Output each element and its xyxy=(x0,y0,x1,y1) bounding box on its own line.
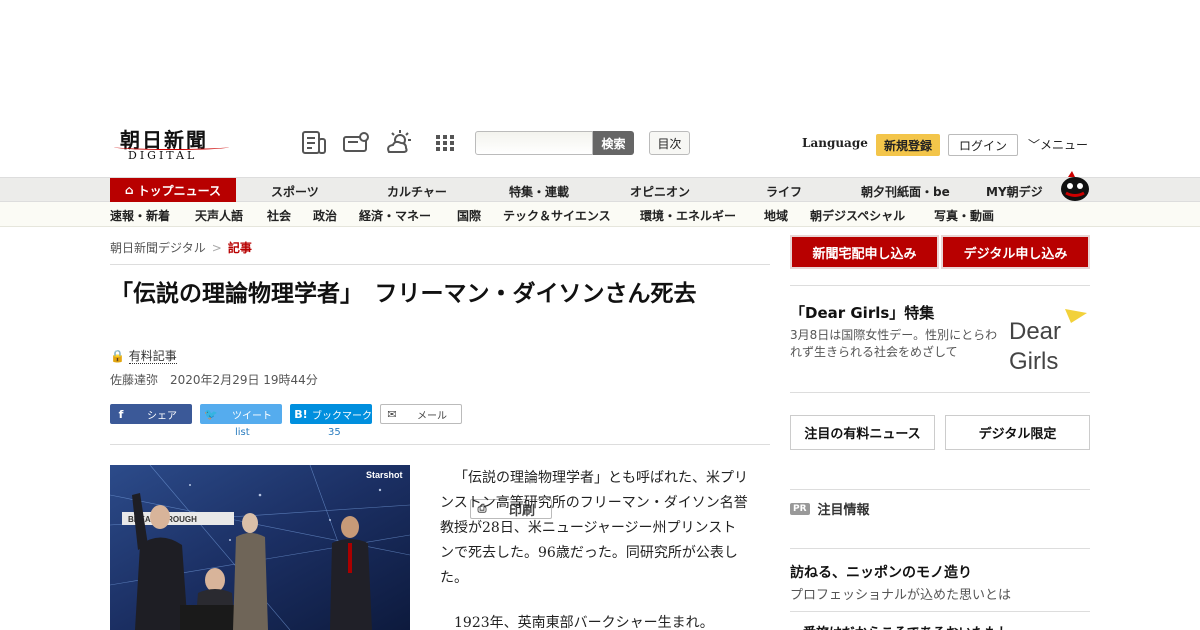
hatena-bookmark-button[interactable]: B! ブックマーク xyxy=(290,404,372,424)
mail-share-label: メール xyxy=(417,410,447,422)
mascot-icon xyxy=(1061,171,1089,201)
chevron-down-icon: ﹀ xyxy=(1028,138,1041,152)
nav-item-sports[interactable]: スポーツ xyxy=(271,183,319,200)
divider xyxy=(790,392,1090,393)
nav-item-features[interactable]: 特集・連載 xyxy=(509,183,569,200)
feature-description[interactable]: 3月8日は国際女性デー。性別にとらわれず生きられる社会をめざして xyxy=(790,327,1000,361)
login-button[interactable]: ログイン xyxy=(948,134,1018,156)
promo-title-next[interactable]: 一番旅はだからこそであるおいたもし xyxy=(790,622,1011,630)
author: 佐藤達弥 xyxy=(110,373,159,387)
twitter-share-label: ツイート xyxy=(232,410,272,422)
nav-top-news[interactable]: ⌂ トップニュース xyxy=(110,178,236,202)
pr-badge: PR xyxy=(790,502,810,515)
publish-date: 2020年2月29日 19時44分 xyxy=(170,373,318,387)
nav-item-life[interactable]: ライフ xyxy=(766,183,802,200)
main-nav: ⌂ トップニュース スポーツ カルチャー 特集・連載 オピニオン ライフ 朝夕刊紙… xyxy=(0,177,1200,202)
newspaper-subscribe-button[interactable]: 新聞宅配申し込み xyxy=(790,235,939,269)
menu-button[interactable]: ﹀メニュー xyxy=(1028,136,1088,153)
nav-item-paper[interactable]: 朝夕刊紙面・be xyxy=(861,183,950,200)
subnav-breaking[interactable]: 速報・新着 xyxy=(110,207,170,224)
nav-item-culture[interactable]: カルチャー xyxy=(387,183,447,200)
menu-label: メニュー xyxy=(1040,138,1089,152)
digital-only-button[interactable]: デジタル限定 xyxy=(945,415,1090,450)
home-icon: ⌂ xyxy=(125,183,134,197)
grid-menu-icon[interactable] xyxy=(432,130,460,156)
language-link[interactable]: Language xyxy=(802,136,868,150)
twitter-count[interactable]: list xyxy=(235,427,250,438)
subnav-society[interactable]: 社会 xyxy=(267,207,291,224)
article-paragraph: 1923年、英南東部バークシャー生まれ。 xyxy=(454,615,714,630)
article-body: 「伝説の理論物理学者」とも呼ばれた、米プリンストン高等研究所のフリーマン・ダイソ… xyxy=(440,466,750,630)
breadcrumb: 朝日新聞デジタル > 記事 xyxy=(110,239,252,256)
search-button[interactable]: 検索 xyxy=(593,131,634,155)
subnav-tenseijingo[interactable]: 天声人語 xyxy=(195,207,243,224)
promo-subtitle[interactable]: プロフェッショナルが込めた思いとは xyxy=(790,584,1011,603)
mail-icon: ✉ xyxy=(387,407,397,421)
twitter-share-button[interactable]: 🐦 ツイート xyxy=(200,404,282,424)
register-button[interactable]: 新規登録 xyxy=(876,134,940,156)
subnav-politics[interactable]: 政治 xyxy=(313,207,337,224)
subnav-tech[interactable]: テック＆サイエンス xyxy=(503,207,611,224)
dear-girls-logo-text-1: Dear xyxy=(1009,318,1061,345)
digital-subscribe-button[interactable]: デジタル申し込み xyxy=(941,235,1090,269)
facebook-icon: f xyxy=(118,407,124,421)
dear-girls-logo-text-2: Girls xyxy=(1009,348,1058,375)
divider xyxy=(790,285,1090,286)
twitter-icon: 🐦 xyxy=(204,407,218,421)
pr-section-heading: PR 注目情報 xyxy=(790,499,870,518)
divider xyxy=(110,444,770,445)
divider xyxy=(790,611,1090,612)
photo-text-starshot: Starshot xyxy=(366,470,403,480)
search-input[interactable] xyxy=(475,131,593,155)
subnav-photo[interactable]: 写真・動画 xyxy=(934,207,994,224)
asahi-logo[interactable]: 朝日新聞 DIGITAL xyxy=(112,124,237,166)
subnav-economy[interactable]: 経済・マネー xyxy=(359,207,431,224)
lock-icon: 🔒 xyxy=(110,349,125,363)
article-paragraph: 「伝説の理論物理学者」とも呼ばれた、米プリンストン高等研究所のフリーマン・ダイソ… xyxy=(440,470,748,586)
paid-news-button[interactable]: 注目の有料ニュース xyxy=(790,415,935,450)
dear-girls-logo[interactable]: Dear Girls xyxy=(1005,305,1091,379)
subnav-environment[interactable]: 環境・エネルギー xyxy=(640,207,736,224)
paid-article-text[interactable]: 有料記事 xyxy=(128,349,177,364)
hatena-icon: B! xyxy=(294,407,308,421)
divider xyxy=(790,548,1090,549)
article-title: 「伝説の理論物理学者」 フリーマン・ダイソンさん死去 xyxy=(110,281,697,307)
weather-icon[interactable] xyxy=(385,130,413,156)
breadcrumb-current: 記事 xyxy=(227,241,252,255)
article-photo[interactable]: Starshot BREAKTHROUGH xyxy=(110,465,410,630)
facebook-share-label: シェア xyxy=(147,410,177,422)
ticket-icon[interactable] xyxy=(342,130,370,156)
subnav-regional[interactable]: 地域 xyxy=(764,207,788,224)
breadcrumb-root[interactable]: 朝日新聞デジタル xyxy=(110,241,206,255)
divider xyxy=(790,489,1090,490)
paid-article-label: 🔒 有料記事 xyxy=(110,347,177,364)
hatena-bookmark-label: ブックマーク xyxy=(312,410,372,422)
mail-share-button[interactable]: ✉ メール xyxy=(380,404,462,424)
nav-top-news-label: トップニュース xyxy=(137,183,221,198)
pr-label: 注目情報 xyxy=(817,503,870,518)
breadcrumb-separator: > xyxy=(211,241,222,255)
newspaper-icon[interactable] xyxy=(300,130,328,156)
subnav-special[interactable]: 朝デジスペシャル xyxy=(810,207,905,224)
facebook-share-button[interactable]: f シェア xyxy=(110,404,192,424)
sub-nav: 速報・新着 天声人語 社会 政治 経済・マネー 国際 テック＆サイエンス 環境・… xyxy=(0,202,1200,227)
subnav-international[interactable]: 国際 xyxy=(457,207,481,224)
feature-title[interactable]: 「Dear Girls」特集 xyxy=(790,302,934,323)
divider xyxy=(110,264,770,265)
nav-item-opinion[interactable]: オピニオン xyxy=(630,183,690,200)
logo-en: DIGITAL xyxy=(128,149,198,162)
toc-button[interactable]: 目次 xyxy=(649,131,690,155)
byline: 佐藤達弥 2020年2月29日 19時44分 xyxy=(110,371,318,388)
nav-item-my[interactable]: MY朝デジ xyxy=(986,183,1043,200)
hatena-count[interactable]: 35 xyxy=(328,427,341,438)
promo-title[interactable]: 訪ねる、ニッポンのモノ造り xyxy=(790,562,972,582)
